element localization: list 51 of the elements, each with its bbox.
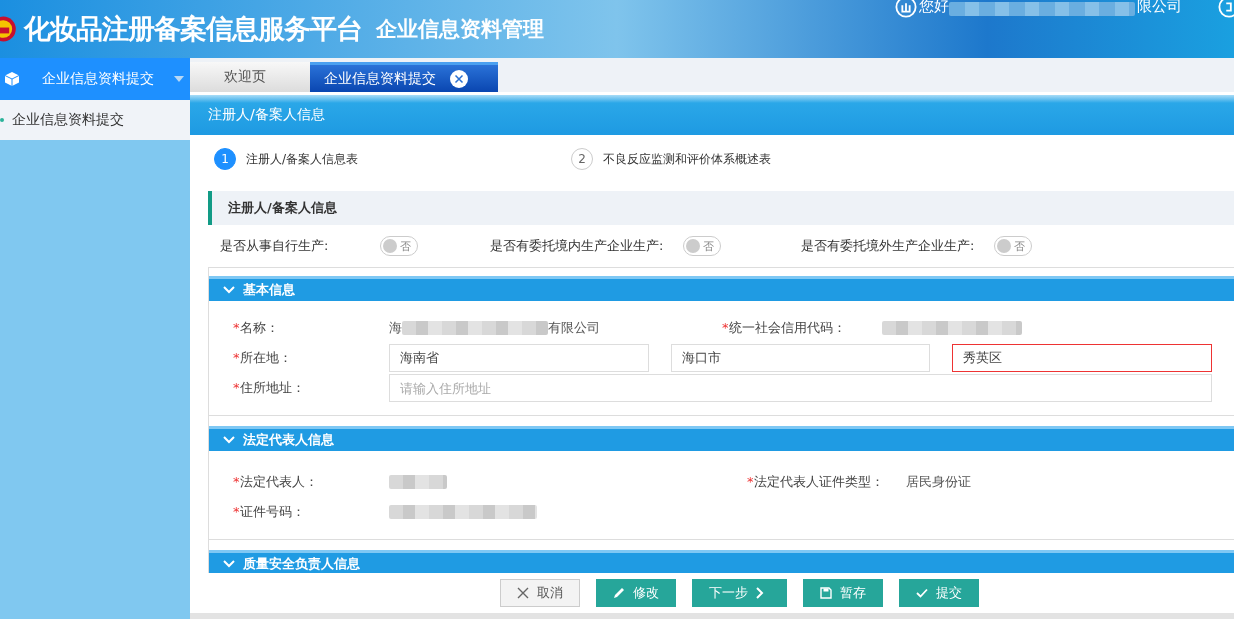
field-label: *统一社会信用代码： (722, 319, 846, 337)
toggle-label: 是否有委托境内生产企业生产: (490, 237, 664, 255)
save-icon (820, 587, 832, 599)
chevron-right-icon (756, 587, 764, 599)
section-header-title: 基本信息 (243, 281, 295, 299)
blurred-text (389, 475, 447, 489)
cube-icon (4, 71, 20, 87)
province-field[interactable]: 海南省 (389, 344, 649, 372)
cancel-button[interactable]: 取消 (500, 579, 580, 607)
city-field[interactable]: 海口市 (670, 344, 931, 372)
sidebar-item[interactable]: 企业信息资料提交 (0, 100, 190, 140)
field-label: *住所地址： (233, 379, 306, 397)
field-label: *证件号码： (233, 503, 306, 521)
section-header[interactable]: 基本信息 (209, 276, 1234, 301)
toggle-switch[interactable]: 否 (994, 236, 1033, 256)
district-field[interactable]: 秀英区 (952, 344, 1212, 372)
edit-button[interactable]: 修改 (596, 579, 676, 607)
step-label[interactable]: 注册人/备案人信息表 (246, 150, 359, 168)
field-value: 海 (389, 319, 402, 337)
field-value: 居民身份证 (905, 473, 971, 491)
section-header[interactable]: 质量安全负责人信息 (209, 550, 1234, 573)
check-icon (916, 587, 928, 599)
section-header-title: 质量安全负责人信息 (243, 555, 360, 573)
section-title: 注册人/备案人信息 (228, 199, 337, 217)
toggle-switch[interactable]: 否 (683, 236, 722, 256)
tab[interactable]: 欢迎页 (190, 62, 310, 92)
toggle-label: 是否有委托境外生产企业生产: (801, 237, 975, 255)
field-value: 有限公司 (548, 319, 600, 337)
section-header-title: 法定代表人信息 (243, 431, 334, 449)
toggle-label: 是否从事自行生产: (220, 237, 329, 255)
submit-button[interactable]: 提交 (899, 579, 979, 607)
toggle-switch[interactable]: 否 (380, 236, 419, 256)
step-label[interactable]: 不良反应监测和评价体系概述表 (603, 150, 771, 168)
field-label: *法定代表人： (233, 473, 319, 491)
sidebar-menu-header[interactable]: 企业信息资料提交 (0, 58, 190, 100)
platform-title: 化妆品注册备案信息服务平台 (24, 12, 362, 46)
field-label: *名称： (233, 319, 280, 337)
close-icon[interactable] (450, 69, 468, 88)
field-label: *法定代表人证件类型： (747, 473, 884, 491)
close-icon (517, 587, 529, 599)
page-title: 注册人/备案人信息 (208, 106, 325, 124)
address-field[interactable]: 请输入住所地址 (389, 374, 1212, 402)
pencil-icon (613, 587, 625, 599)
section-header[interactable]: 法定代表人信息 (209, 426, 1234, 451)
tab[interactable]: 企业信息资料提交 (310, 62, 498, 92)
next-button[interactable]: 下一步 (692, 579, 787, 607)
field-label: *所在地： (233, 349, 293, 367)
step-number: 1 (214, 148, 236, 170)
save-button[interactable]: 暂存 (803, 579, 883, 607)
menu-label: 企业信息资料提交 (42, 70, 154, 88)
module-title: 企业信息资料管理 (376, 16, 544, 43)
